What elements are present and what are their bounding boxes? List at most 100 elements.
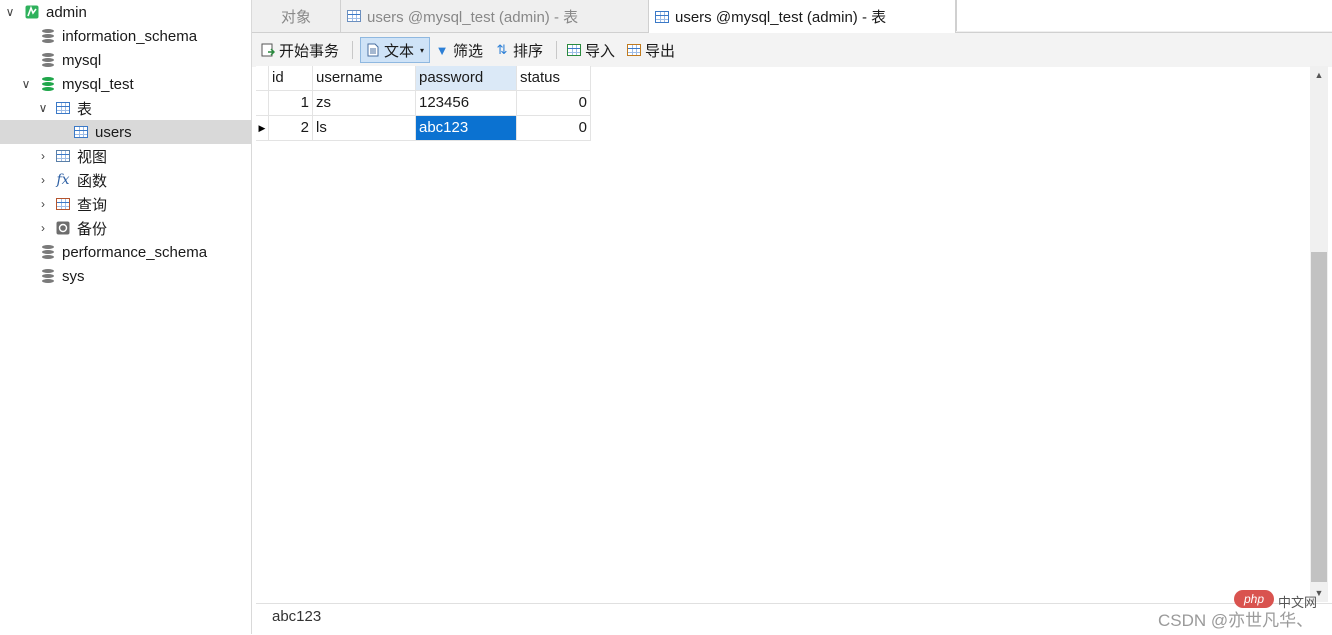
chevron-right-icon[interactable]: › <box>37 173 49 187</box>
toolbar-label: 筛选 <box>453 42 484 60</box>
toolbar-label: 开始事务 <box>279 42 340 60</box>
cell-value-text: abc123 <box>272 608 322 625</box>
tree-label: users <box>95 123 132 141</box>
table-design-icon <box>347 10 361 22</box>
column-header-status[interactable]: status <box>517 66 591 91</box>
tree-folder-functions[interactable]: › fx 函数 <box>0 168 251 192</box>
tab-users-data[interactable]: users @mysql_test (admin) - 表 <box>648 0 956 33</box>
tab-label: users @mysql_test (admin) - 表 <box>675 9 887 26</box>
tab-bar-empty <box>956 0 1332 31</box>
tab-label: 对象 <box>280 8 311 26</box>
watermark-site: 中文网 <box>1278 595 1318 610</box>
column-header-username[interactable]: username <box>313 66 416 91</box>
chevron-down-icon[interactable]: ∨ <box>20 77 32 91</box>
tab-label: users @mysql_test (admin) - 表 <box>367 8 579 26</box>
filter-icon: ▼ <box>435 42 449 58</box>
chevron-right-icon[interactable]: › <box>37 149 49 163</box>
export-icon <box>626 42 642 58</box>
transaction-icon <box>260 42 276 58</box>
tab-users-design[interactable]: users @mysql_test (admin) - 表 <box>340 0 648 32</box>
chevron-right-icon[interactable]: › <box>37 221 49 235</box>
scrollbar-thumb[interactable] <box>1311 252 1327 582</box>
sort-button[interactable]: ⇅ 排序 <box>494 37 543 63</box>
database-icon <box>40 52 56 68</box>
dropdown-arrow-icon[interactable]: ▾ <box>420 46 424 55</box>
cell-status[interactable]: 0 <box>517 116 591 141</box>
tree-folder-views[interactable]: › 视图 <box>0 144 251 168</box>
tree-connection-admin[interactable]: ∨ admin <box>0 0 251 24</box>
table-icon <box>55 100 71 116</box>
tree-label: sys <box>62 267 85 285</box>
toolbar: 开始事务 文本 ▾ ▼ 筛选 ⇅ 排序 导入 导出 <box>252 33 1332 67</box>
toolbar-label: 排序 <box>513 42 544 60</box>
chevron-down-icon[interactable]: ∨ <box>4 5 16 19</box>
tree-label: mysql <box>62 51 102 69</box>
row-header-corner <box>256 66 269 91</box>
toolbar-label: 文本 <box>384 42 415 60</box>
tree-label: 查询 <box>77 196 108 214</box>
tree-folder-backups[interactable]: › 备份 <box>0 216 251 240</box>
function-icon: fx <box>56 172 70 188</box>
tree-label: mysql_test <box>62 75 134 93</box>
current-row-arrow-icon[interactable]: ▶ <box>256 116 269 141</box>
tree-db-performance-schema[interactable]: performance_schema <box>0 240 251 264</box>
export-button[interactable]: 导出 <box>626 37 675 63</box>
watermark-badge: php <box>1234 590 1274 608</box>
import-button[interactable]: 导入 <box>566 37 615 63</box>
toolbar-separator <box>352 41 353 59</box>
table-row[interactable]: ▶ 2 ls abc123 0 <box>256 116 591 141</box>
table-icon <box>73 124 89 140</box>
cell-id[interactable]: 1 <box>269 91 313 116</box>
vertical-scrollbar[interactable]: ▲ ▼ <box>1310 66 1328 602</box>
import-icon <box>566 42 582 58</box>
filter-button[interactable]: ▼ 筛选 <box>434 37 483 63</box>
document-icon <box>365 42 381 58</box>
cell-status[interactable]: 0 <box>517 91 591 116</box>
navigation-tree: ∨ admin information_schema mysql ∨ mysql… <box>0 0 252 634</box>
view-icon <box>55 148 71 164</box>
tree-db-mysql-test[interactable]: ∨ mysql_test <box>0 72 251 96</box>
cell-password-selected[interactable]: abc123 <box>416 116 517 141</box>
tree-label: 备份 <box>77 220 108 238</box>
database-active-icon <box>40 76 56 92</box>
column-header-id[interactable]: id <box>269 66 313 91</box>
chevron-down-icon[interactable]: ∨ <box>37 101 49 115</box>
toolbar-separator <box>556 41 557 59</box>
tree-label: 函数 <box>77 172 108 190</box>
tab-bar: 对象 users @mysql_test (admin) - 表 users @… <box>252 0 1332 33</box>
scroll-up-icon[interactable]: ▲ <box>1310 66 1328 84</box>
begin-transaction-button[interactable]: 开始事务 <box>260 37 339 63</box>
cell-password[interactable]: 123456 <box>416 91 517 116</box>
query-icon <box>55 196 71 212</box>
tree-folder-tables[interactable]: ∨ 表 <box>0 96 251 120</box>
cell-username[interactable]: ls <box>313 116 416 141</box>
cell-id[interactable]: 2 <box>269 116 313 141</box>
chevron-right-icon[interactable]: › <box>37 197 49 211</box>
tree-db-sys[interactable]: sys <box>0 264 251 288</box>
toolbar-label: 导入 <box>585 42 616 60</box>
database-icon <box>40 268 56 284</box>
toolbar-label: 导出 <box>645 42 676 60</box>
tab-objects[interactable]: 对象 <box>252 0 340 32</box>
column-header-password[interactable]: password <box>416 66 517 91</box>
table-icon <box>655 10 669 23</box>
tree-label: 视图 <box>77 148 108 166</box>
tree-db-mysql[interactable]: mysql <box>0 48 251 72</box>
tree-folder-queries[interactable]: › 查询 <box>0 192 251 216</box>
tree-label: admin <box>46 3 87 21</box>
grid-header-row: id username password status <box>256 66 591 91</box>
sort-icon: ⇅ <box>496 42 508 57</box>
database-icon <box>40 244 56 260</box>
tree-label: 表 <box>77 100 93 118</box>
tree-label: information_schema <box>62 27 198 45</box>
tree-table-users[interactable]: users <box>0 120 251 144</box>
tree-label: performance_schema <box>62 243 208 261</box>
text-view-button[interactable]: 文本 ▾ <box>360 37 430 63</box>
tree-db-information-schema[interactable]: information_schema <box>0 24 251 48</box>
backup-icon <box>55 220 71 236</box>
table-row[interactable]: 1 zs 123456 0 <box>256 91 591 116</box>
row-marker[interactable] <box>256 91 269 116</box>
cell-value-bar: abc123 CSDN @亦世凡华、 php 中文网 <box>256 590 1332 635</box>
cell-username[interactable]: zs <box>313 91 416 116</box>
connection-icon <box>24 4 40 20</box>
